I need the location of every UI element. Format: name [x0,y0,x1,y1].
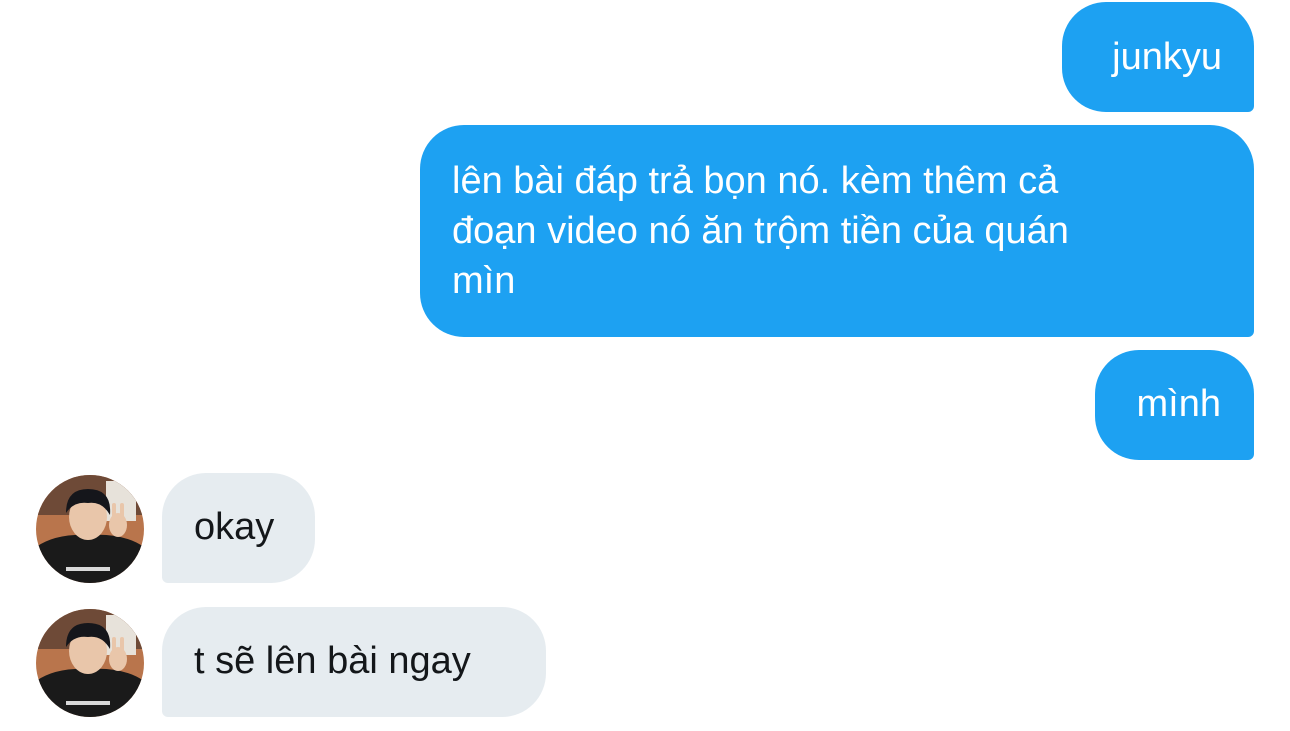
contact-avatar[interactable] [36,475,144,583]
received-message-bubble[interactable]: t sẽ lên bài ngay [162,607,546,717]
avatar-photo [36,609,144,717]
contact-avatar[interactable] [36,609,144,717]
sent-message-bubble[interactable]: mình [1095,350,1254,460]
received-message-bubble[interactable]: okay [162,473,315,583]
sent-message-bubble[interactable]: junkyu [1062,2,1254,112]
sent-message-bubble[interactable]: lên bài đáp trả bọn nó. kèm thêm cả đoạn… [420,125,1254,337]
avatar-photo [36,475,144,583]
